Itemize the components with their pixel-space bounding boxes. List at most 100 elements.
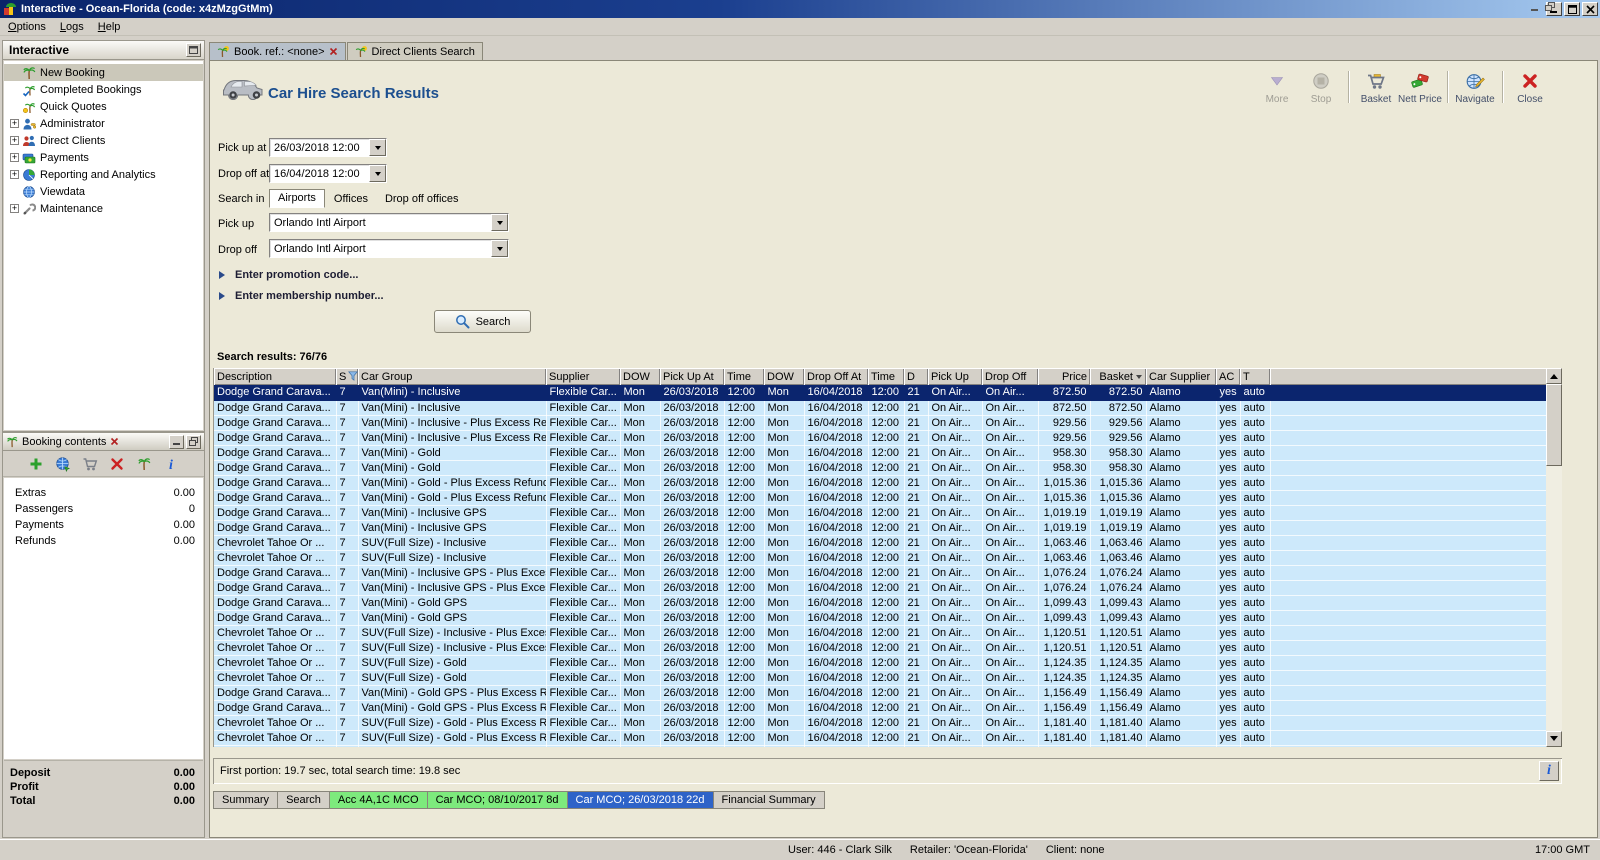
column-header-d[interactable]: D [904,368,928,385]
scrollbar-thumb[interactable] [1546,384,1562,466]
search-button[interactable]: Search [434,310,531,333]
result-row[interactable]: Dodge Grand Carava... 7 Van(Mini) - Inclus… [214,505,1546,521]
result-row[interactable]: Dodge Grand Carava... 7 Van(Mini) - Gold -… [214,475,1546,491]
tab-close-icon[interactable] [329,47,338,56]
bottom-tab-car-mco-26-03-2018-22d[interactable]: Car MCO; 26/03/2018 22d [567,791,714,809]
column-header-t[interactable]: T [1240,368,1270,385]
promotion-code-expander[interactable]: Enter promotion code... [219,269,358,281]
result-row[interactable]: Dodge Grand Carava... 7 Van(Mini) - Inclus… [214,580,1546,596]
info-button[interactable]: i [1539,761,1559,781]
result-row[interactable]: Chevrolet Tahoe Or ...7SUV(Full Size) - … [214,550,1546,566]
menu-options[interactable]: Options [1,19,53,35]
dropoff-location-dropdown-icon[interactable] [491,240,508,257]
result-row[interactable]: Dodge Grand Carava... 7 Van(Mini) - Gold G… [214,595,1546,611]
mdi-tab-direct-clients-search[interactable]: Direct Clients Search [346,42,483,60]
maximize-button[interactable] [1564,2,1580,16]
dropoff-at-dropdown-icon[interactable] [369,165,386,182]
nett-price-button[interactable]: Nett Price [1398,69,1442,105]
column-header-basket[interactable]: Basket [1090,368,1146,385]
result-row[interactable]: Dodge Grand Carava... 7 Van(Mini) - Inclus… [214,385,1546,401]
sidebar-item-maintenance[interactable]: + Maintenance [4,200,203,217]
column-header-dow[interactable]: DOW [620,368,660,385]
membership-number-expander[interactable]: Enter membership number... [219,290,384,302]
result-row[interactable]: Dodge Grand Carava... 7 Van(Mini) - Gold G… [214,685,1546,701]
result-row[interactable]: Dodge Grand Carava... 7 Van(Mini) - Inclus… [214,415,1546,431]
dropoff-at-field[interactable]: 16/04/2018 12:00 [269,164,387,183]
column-header-drop-off-at[interactable]: Drop Off At [804,368,868,385]
sidebar-item-reporting-and-analytics[interactable]: + Reporting and Analytics [4,166,203,183]
pickup-at-field[interactable]: 26/03/2018 12:00 [269,138,387,157]
result-row[interactable]: Chevrolet Tahoe Or ...7SUV(Full Size) - … [214,670,1546,686]
expand-icon[interactable]: + [10,153,19,162]
scroll-down-icon[interactable] [1546,731,1562,747]
expand-icon[interactable]: + [10,170,19,179]
result-row[interactable]: Dodge Grand Carava... 7 Van(Mini) - Gold -… [214,490,1546,506]
search-in-tab-drop-off-offices[interactable]: Drop off offices [377,191,467,208]
booking-delete-button[interactable] [107,454,127,474]
mdi-tab-book-ref-none[interactable]: Book. ref.: <none> [209,42,346,60]
navigate-button[interactable]: Navigate [1453,69,1497,105]
bottom-tab-car-mco-08-10-2017-8d[interactable]: Car MCO; 08/10/2017 8d [427,791,568,809]
sidebar-item-completed-bookings[interactable]: Completed Bookings [4,81,203,98]
column-header-description[interactable]: Description [214,368,336,385]
result-row[interactable]: Chevrolet Tahoe Or ...7SUV(Full Size) - … [214,715,1546,731]
result-row[interactable]: Dodge Grand Carava... 7 Van(Mini) - Inclus… [214,565,1546,581]
booking-globe-button[interactable] [53,454,73,474]
pickup-at-dropdown-icon[interactable] [369,139,386,156]
panel-restore-button[interactable] [186,434,201,449]
column-header-car-supplier[interactable]: Car Supplier [1146,368,1216,385]
close-button[interactable]: Close [1508,69,1552,105]
result-row[interactable]: Dodge Grand Carava... 7 Van(Mini) - Inclus… [214,400,1546,416]
column-header-time[interactable]: Time [868,368,904,385]
booking-cart-button[interactable] [80,454,100,474]
column-header-car-group[interactable]: Car Group [358,368,546,385]
result-row[interactable]: Chevrolet Tahoe Or ...7SUV(Full Size) - … [214,730,1546,746]
pickup-location-dropdown-icon[interactable] [491,214,508,231]
sidebar-item-new-booking[interactable]: New Booking [4,64,203,81]
search-in-tab-offices[interactable]: Offices [326,191,376,208]
basket-button[interactable]: Basket [1354,69,1398,105]
mdi-restore-icon[interactable] [1545,2,1556,12]
bottom-tab-summary[interactable]: Summary [213,791,279,809]
sidebar-item-viewdata[interactable]: Viewdata [4,183,203,200]
sidebar-item-quick-quotes[interactable]: Quick Quotes [4,98,203,115]
bottom-tab-acc-4a-1c-mco[interactable]: Acc 4A,1C MCO [329,791,428,809]
expand-icon[interactable]: + [10,119,19,128]
result-row[interactable]: Chevrolet Tahoe Or ...7SUV(Full Size) - … [214,655,1546,671]
search-in-tab-airports[interactable]: Airports [269,189,325,208]
column-header-time[interactable]: Time [724,368,764,385]
bottom-tab-financial-summary[interactable]: Financial Summary [713,791,825,809]
column-header-s[interactable]: S [336,368,358,385]
column-header-ac[interactable]: AC [1216,368,1240,385]
result-row[interactable]: Chevrolet Tahoe Or ...7SUV(Full Size) - … [214,625,1546,641]
panel-minimize-button[interactable] [169,434,184,449]
column-header-pick-up-at[interactable]: Pick Up At [660,368,724,385]
menu-logs[interactable]: Logs [53,19,91,35]
column-header-drop-off[interactable]: Drop Off [982,368,1038,385]
dropoff-location-field[interactable]: Orlando Intl Airport [269,239,509,258]
column-header-supplier[interactable]: Supplier [546,368,620,385]
result-row[interactable]: Chevrolet Tahoe Or ...7SUV(Full Size) - … [214,535,1546,551]
close-panel-icon[interactable] [110,437,119,446]
expand-icon[interactable]: + [10,136,19,145]
booking-add-button[interactable] [26,454,46,474]
result-row[interactable]: Dodge Grand Carava... 7 Van(Mini) - Inclus… [214,520,1546,536]
booking-palm-button[interactable] [134,454,154,474]
result-row[interactable]: Dodge Grand Carava... 7 Van(Mini) - Inclus… [214,430,1546,446]
mdi-minimize-icon[interactable] [1530,2,1540,12]
result-row[interactable]: Chevrolet Tahoe Or ...7SUV(Full Size) - … [214,745,1546,747]
sidebar-item-payments[interactable]: + Payments [4,149,203,166]
scroll-up-icon[interactable] [1546,368,1562,384]
column-header-pick-up[interactable]: Pick Up [928,368,982,385]
result-row[interactable]: Dodge Grand Carava... 7 Van(Mini) - Gold Fl… [214,445,1546,461]
pickup-location-field[interactable]: Orlando Intl Airport [269,213,509,232]
column-header-price[interactable]: Price [1038,368,1090,385]
booking-info-button[interactable]: i [161,454,181,474]
result-row[interactable]: Dodge Grand Carava... 7 Van(Mini) - Gold Fl… [214,460,1546,476]
result-row[interactable]: Chevrolet Tahoe Or ...7SUV(Full Size) - … [214,640,1546,656]
result-row[interactable]: Dodge Grand Carava... 7 Van(Mini) - Gold G… [214,700,1546,716]
bottom-tab-search[interactable]: Search [278,791,330,809]
column-header-dow[interactable]: DOW [764,368,804,385]
sidebar-item-direct-clients[interactable]: + Direct Clients [4,132,203,149]
expand-icon[interactable]: + [10,204,19,213]
